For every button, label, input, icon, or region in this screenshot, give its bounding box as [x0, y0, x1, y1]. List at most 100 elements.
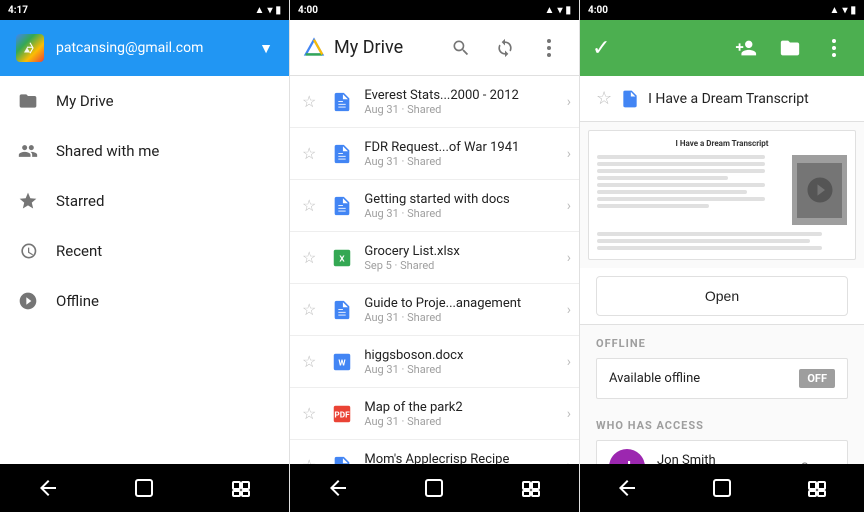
file-item-1[interactable]: ☆ FDR Request...of War 1941 Aug 31 · Sha…	[290, 128, 579, 180]
file-info-6: Map of the park2 Aug 31 · Shared	[364, 400, 558, 428]
file-meta-0: Aug 31 · Shared	[364, 103, 558, 116]
open-button[interactable]: Open	[596, 276, 848, 316]
file-item-3[interactable]: ☆ X Grocery List.xlsx Sep 5 · Shared ›	[290, 232, 579, 284]
home-button-left[interactable]	[124, 468, 164, 508]
file-info-3: Grocery List.xlsx Sep 5 · Shared	[364, 244, 558, 272]
file-info-1: FDR Request...of War 1941 Aug 31 · Share…	[364, 140, 558, 168]
middle-status-icons: ▲ ▾ ▮	[545, 5, 571, 16]
file-item-4[interactable]: ☆ Guide to Proje...anagement Aug 31 · Sh…	[290, 284, 579, 336]
file-info-4: Guide to Proje...anagement Aug 31 · Shar…	[364, 296, 558, 324]
back-button-left[interactable]	[28, 468, 68, 508]
star-btn-5[interactable]: ☆	[298, 348, 320, 375]
file-name-6: Map of the park2	[364, 400, 558, 415]
star-btn-4[interactable]: ☆	[298, 296, 320, 323]
wifi-icon-right: ▾	[842, 5, 847, 16]
file-item-0[interactable]: ☆ Everest Stats...2000 - 2012 Aug 31 · S…	[290, 76, 579, 128]
detail-star-btn[interactable]: ☆	[596, 88, 612, 109]
file-info-0: Everest Stats...2000 - 2012 Aug 31 · Sha…	[364, 88, 558, 116]
sidebar-item-my-drive[interactable]: My Drive	[0, 76, 289, 126]
sidebar-item-offline[interactable]: Offline	[0, 276, 289, 326]
preview-title: I Have a Dream Transcript	[597, 139, 847, 148]
file-name-4: Guide to Proje...anagement	[364, 296, 558, 311]
file-item-7[interactable]: ☆ Mom's Applecrisp Recipe Aug 31 · Share…	[290, 440, 579, 464]
file-icon-5: W	[328, 348, 356, 376]
chevron-right-3: ›	[567, 250, 571, 266]
sidebar-label-my-drive: My Drive	[56, 92, 114, 110]
offline-section: OFFLINE Available offline OFF	[580, 325, 864, 411]
recents-button-right[interactable]	[797, 468, 837, 508]
sidebar-item-starred[interactable]: Starred	[0, 176, 289, 226]
access-info-0: Jon Smith jonsmith@example.com	[657, 453, 789, 464]
drive-icon	[16, 89, 40, 113]
star-btn-0[interactable]: ☆	[298, 88, 320, 115]
back-button-right[interactable]	[607, 468, 647, 508]
battery-icon-right: ▮	[850, 5, 856, 16]
file-meta-3: Sep 5 · Shared	[364, 259, 558, 272]
star-btn-3[interactable]: ☆	[298, 244, 320, 271]
sync-button-mid[interactable]	[487, 30, 523, 66]
file-icon-1	[328, 140, 356, 168]
middle-time: 4:00	[298, 5, 318, 16]
file-meta-4: Aug 31 · Shared	[364, 311, 558, 324]
right-status-icons: ▲ ▾ ▮	[830, 5, 856, 16]
chevron-down-icon: ▼	[259, 40, 273, 57]
left-time: 4:17	[8, 5, 28, 16]
folder-button[interactable]	[772, 30, 808, 66]
star-btn-7[interactable]: ☆	[298, 452, 320, 464]
detail-file-name: I Have a Dream Transcript	[648, 91, 848, 107]
star-btn-1[interactable]: ☆	[298, 140, 320, 167]
google-drive-logo	[16, 34, 44, 62]
file-item-6[interactable]: ☆ PDF Map of the park2 Aug 31 · Shared ›	[290, 388, 579, 440]
home-button-right[interactable]	[702, 468, 742, 508]
sidebar-label-shared: Shared with me	[56, 142, 159, 160]
svg-text:PDF: PDF	[335, 410, 351, 420]
svg-text:X: X	[340, 254, 346, 264]
people-icon	[16, 139, 40, 163]
chevron-right-5: ›	[567, 354, 571, 370]
file-info-5: higgsboson.docx Aug 31 · Shared	[364, 348, 558, 376]
file-icon-0	[328, 88, 356, 116]
access-name-0: Jon Smith	[657, 453, 789, 464]
detail-bottom-nav	[580, 464, 864, 512]
search-button-mid[interactable]	[443, 30, 479, 66]
file-icon-4	[328, 296, 356, 324]
chevron-right-1: ›	[567, 146, 571, 162]
file-item-5[interactable]: ☆ W higgsboson.docx Aug 31 · Shared ›	[290, 336, 579, 388]
add-person-button[interactable]	[728, 30, 764, 66]
file-icon-3: X	[328, 244, 356, 272]
detail-file-title-row: ☆ I Have a Dream Transcript	[580, 76, 864, 122]
offline-icon	[16, 289, 40, 313]
home-button-mid[interactable]	[414, 468, 454, 508]
sidebar-item-recent[interactable]: Recent	[0, 226, 289, 276]
file-icon-7	[328, 452, 356, 465]
svg-text:W: W	[339, 358, 347, 368]
sidebar-item-shared[interactable]: Shared with me	[0, 126, 289, 176]
more-button-mid[interactable]	[531, 30, 567, 66]
check-button[interactable]: ✓	[592, 36, 610, 61]
recents-button-left[interactable]	[221, 468, 261, 508]
battery-icon: ▮	[275, 5, 281, 16]
file-meta-6: Aug 31 · Shared	[364, 415, 558, 428]
back-button-mid[interactable]	[318, 468, 358, 508]
detail-preview: I Have a Dream Transcript	[588, 130, 856, 260]
sidebar-label-starred: Starred	[56, 192, 104, 210]
clock-icon	[16, 239, 40, 263]
sidebar-label-recent: Recent	[56, 242, 102, 260]
offline-toggle[interactable]: OFF	[799, 369, 835, 388]
file-item-2[interactable]: ☆ Getting started with docs Aug 31 · Sha…	[290, 180, 579, 232]
sidebar-bottom-nav	[0, 464, 289, 512]
star-btn-2[interactable]: ☆	[298, 192, 320, 219]
access-row-0: J Jon Smith jonsmith@example.com Owner	[596, 440, 848, 464]
signal-icon-mid: ▲	[545, 5, 555, 16]
file-list-panel: 4:00 ▲ ▾ ▮ My Drive	[290, 0, 580, 512]
star-btn-6[interactable]: ☆	[298, 400, 320, 427]
file-list-bottom-nav	[290, 464, 579, 512]
account-email: patcansing@gmail.com	[56, 40, 247, 56]
star-icon	[16, 189, 40, 213]
more-button-right[interactable]	[816, 30, 852, 66]
chevron-right-4: ›	[567, 302, 571, 318]
offline-section-title: OFFLINE	[596, 337, 848, 350]
signal-icon: ▲	[255, 5, 265, 16]
recents-button-mid[interactable]	[511, 468, 551, 508]
detail-file-type-icon	[620, 89, 640, 109]
